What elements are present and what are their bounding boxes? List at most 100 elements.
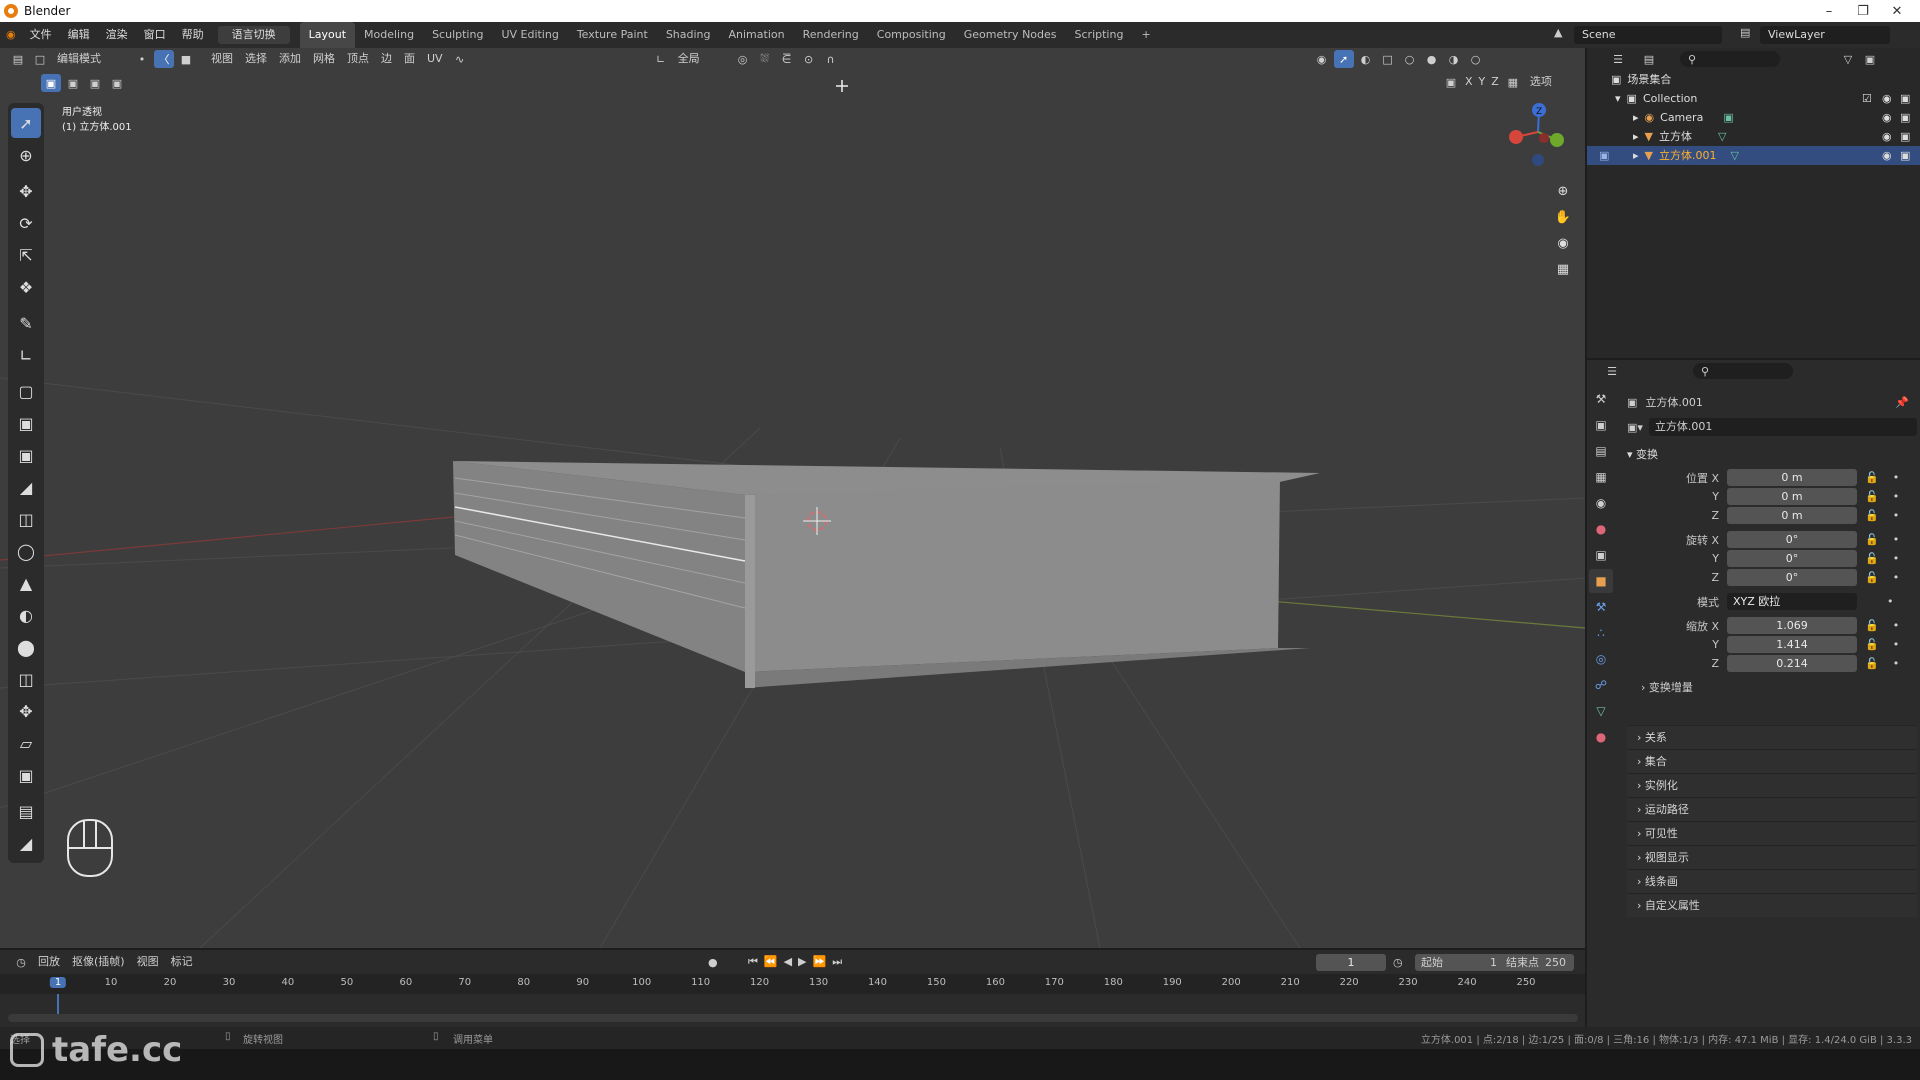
proportional-edit-icon[interactable]: ⊙ [799, 50, 819, 68]
measure-tool-icon[interactable]: ∟ [11, 340, 41, 370]
lock-icon[interactable]: 🔓 [1865, 552, 1879, 565]
loop-cut-tool-icon[interactable]: ◫ [11, 504, 41, 534]
keyframe-dot-icon[interactable]: • [1893, 509, 1900, 522]
collection-tab-icon[interactable]: ▣ [1589, 543, 1613, 567]
outliner-item-cube[interactable]: ▸ ▼ 立方体 ▽ ◉ ▣ [1587, 127, 1920, 146]
panel-instancing[interactable]: › 实例化 [1627, 773, 1917, 797]
start-frame-field[interactable]: 起始 1 [1415, 953, 1505, 971]
timeline-scrollbar[interactable] [8, 1014, 1578, 1022]
edge-select-icon[interactable]: 〈 [154, 50, 174, 68]
eye-icon[interactable]: ◉ [1882, 146, 1892, 165]
annotate-tool-icon[interactable]: ✎ [11, 308, 41, 338]
tab-compositing[interactable]: Compositing [868, 22, 955, 48]
editor-type-icon[interactable]: ▤ [8, 50, 28, 68]
view-layer-tab-icon[interactable]: ▦ [1589, 465, 1613, 489]
rotation-y-field[interactable]: 0° [1727, 550, 1857, 567]
menu-marker[interactable]: 标记 [165, 953, 199, 971]
eye-icon[interactable]: ◉ [1882, 108, 1892, 127]
playback-controls[interactable]: ⏮⏪◀▶⏩⏭ [748, 955, 848, 969]
shear-tool-icon[interactable]: ▱ [11, 728, 41, 758]
rotation-x-field[interactable]: 0° [1727, 531, 1857, 548]
panel-line-art[interactable]: › 线条画 [1627, 869, 1917, 893]
panel-relations[interactable]: › 关系 [1627, 725, 1917, 749]
scale-x-field[interactable]: 1.069 [1727, 617, 1857, 634]
camera-render-icon[interactable]: ▣ [1900, 127, 1910, 146]
menu-view[interactable]: 视图 [205, 50, 239, 68]
axis-x-toggle[interactable]: X [1462, 73, 1476, 91]
xray-icon[interactable]: □ [1378, 50, 1398, 68]
scene-selector[interactable]: Scene [1574, 26, 1722, 44]
menu-add[interactable]: 添加 [273, 50, 307, 68]
record-icon[interactable]: ● [708, 956, 718, 969]
tab-rendering[interactable]: Rendering [794, 22, 868, 48]
wireframe-shading-icon[interactable]: ○ [1400, 50, 1420, 68]
axis-y-toggle[interactable]: Y [1476, 73, 1489, 91]
location-x-field[interactable]: 0 m [1727, 469, 1857, 486]
axis-z-toggle[interactable]: Z [1488, 73, 1502, 91]
location-y-field[interactable]: 0 m [1727, 488, 1857, 505]
pin-icon[interactable]: 📌 [1895, 396, 1909, 409]
face-select-icon[interactable]: ■ [176, 50, 196, 68]
expand-chevron-icon[interactable]: ▸ [1633, 108, 1639, 127]
move-tool-icon[interactable]: ✥ [11, 176, 41, 206]
select-extend-icon[interactable]: ▣ [63, 74, 83, 92]
inset-tool-icon[interactable]: ▣ [11, 440, 41, 470]
blender-menu-icon[interactable]: ◉ [0, 22, 22, 48]
expand-chevron-icon[interactable]: ▸ [1633, 146, 1639, 165]
expand-chevron-icon[interactable]: ▾ [1615, 89, 1621, 108]
visibility-icon[interactable]: ◉ [1312, 50, 1332, 68]
transform-orientation-selector[interactable]: 全局 [672, 50, 732, 68]
menu-edit[interactable]: 编辑 [60, 22, 98, 48]
lock-icon[interactable]: 🔓 [1865, 533, 1879, 546]
knife-tool-icon[interactable]: ◯ [11, 536, 41, 566]
location-z-field[interactable]: 0 m [1727, 507, 1857, 524]
poly-build-tool-icon[interactable]: ▲ [11, 568, 41, 598]
outliner-collection[interactable]: ▾ ▣ Collection ☑ ◉ ▣ [1587, 89, 1920, 108]
keyframe-dot-icon[interactable]: • [1893, 471, 1900, 484]
menu-mesh[interactable]: 网格 [307, 50, 341, 68]
rotate-tool-icon[interactable]: ⟳ [11, 208, 41, 238]
physics-tab-icon[interactable]: ◎ [1589, 647, 1613, 671]
panel-collections[interactable]: › 集合 [1627, 749, 1917, 773]
menu-file[interactable]: 文件 [22, 22, 60, 48]
menu-select[interactable]: 选择 [239, 50, 273, 68]
navigation-gizmo[interactable]: Z [1500, 100, 1570, 170]
tab-modeling[interactable]: Modeling [355, 22, 423, 48]
scale-z-field[interactable]: 0.214 [1727, 655, 1857, 672]
tool-tab-icon[interactable]: ⚒ [1589, 387, 1613, 411]
object-datablock-icon[interactable]: ▣▾ [1627, 421, 1643, 434]
keyframe-dot-icon[interactable]: • [1893, 619, 1900, 632]
snap-target-icon[interactable]: ⋶ [777, 50, 797, 68]
object-tab-icon[interactable]: ■ [1589, 569, 1613, 593]
lock-icon[interactable]: 🔓 [1865, 471, 1879, 484]
scale-tool-icon[interactable]: ⇱ [11, 240, 41, 270]
menu-keying[interactable]: 抠像(插帧) [66, 953, 131, 971]
timeline-editor-type-icon[interactable]: ◷ [11, 953, 31, 971]
menu-render[interactable]: 渲染 [98, 22, 136, 48]
lock-icon[interactable]: 🔓 [1865, 571, 1879, 584]
menu-vertex[interactable]: 顶点 [341, 50, 375, 68]
add-workspace-button[interactable]: + [1132, 22, 1159, 48]
keyframe-dot-icon[interactable]: • [1893, 571, 1900, 584]
menu-timeline-view[interactable]: 视图 [131, 953, 165, 971]
current-frame-field[interactable]: 1 [1316, 953, 1386, 971]
outliner-scene-collection[interactable]: ▣ 场景集合 [1587, 70, 1920, 89]
keyframe-dot-icon[interactable]: • [1893, 552, 1900, 565]
close-icon[interactable]: ✕ [1874, 0, 1920, 22]
shrink-fatten-tool-icon[interactable]: ✥ [11, 696, 41, 726]
panel-custom-properties[interactable]: › 自定义属性 [1627, 893, 1917, 917]
falloff-icon[interactable]: ∩ [821, 50, 841, 68]
options-dropdown[interactable]: 选项 [1524, 73, 1558, 91]
camera-render-icon[interactable]: ▣ [1900, 108, 1910, 127]
output-tab-icon[interactable]: ▤ [1589, 439, 1613, 463]
data-tab-icon[interactable]: ▽ [1589, 699, 1613, 723]
view-layer-selector[interactable]: ViewLayer [1760, 26, 1890, 44]
panel-viewport-display[interactable]: › 视图显示 [1627, 845, 1917, 869]
smooth-tool-icon[interactable]: ⬤ [11, 632, 41, 662]
spin-tool-icon[interactable]: ◐ [11, 600, 41, 630]
expand-chevron-icon[interactable]: ▸ [1633, 127, 1639, 146]
lock-icon[interactable]: 🔓 [1865, 619, 1879, 632]
checkbox-icon[interactable]: ☑ [1862, 89, 1872, 108]
tab-geometry-nodes[interactable]: Geometry Nodes [955, 22, 1066, 48]
particles-tab-icon[interactable]: ∴ [1589, 621, 1613, 645]
